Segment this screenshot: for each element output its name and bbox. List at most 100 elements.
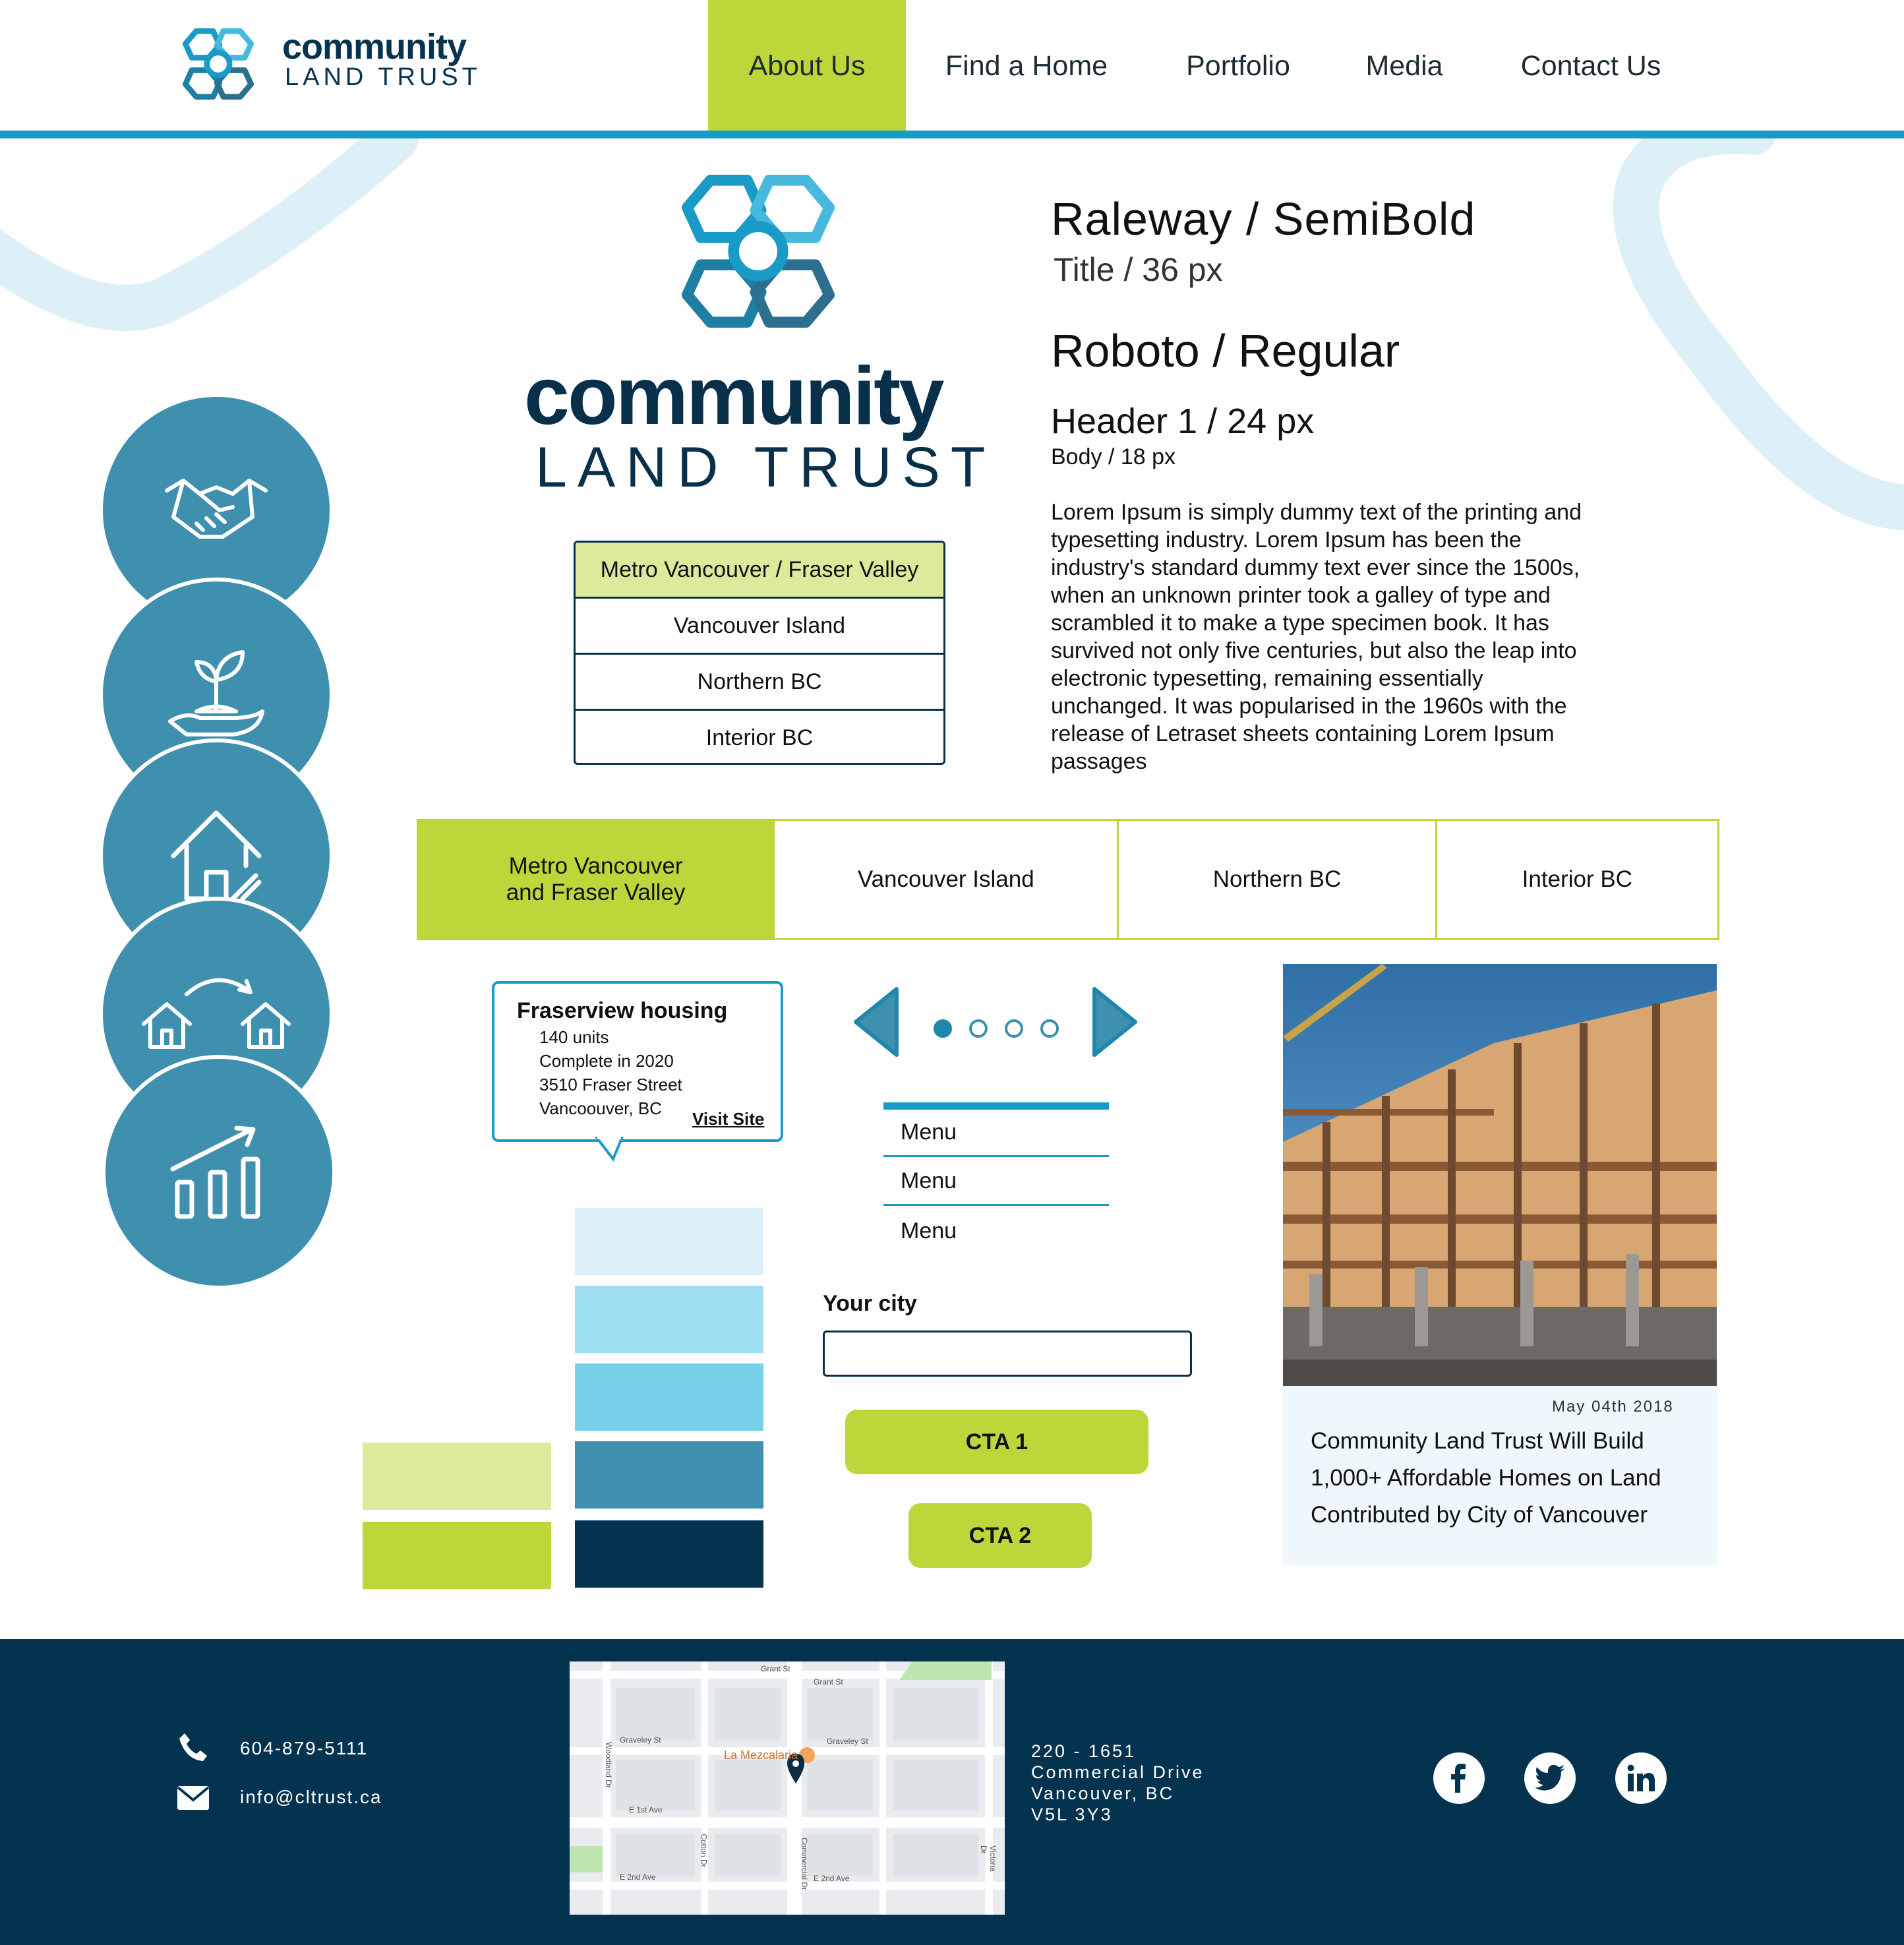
map-street-label: Grant St bbox=[761, 1664, 790, 1673]
color-swatch bbox=[575, 1520, 763, 1588]
dropdown-option[interactable]: Vancouver Island bbox=[576, 599, 943, 655]
house-transfer-icon bbox=[142, 978, 291, 1049]
tab-interior-bc[interactable]: Interior BC bbox=[1435, 821, 1717, 938]
facebook-button[interactable] bbox=[1433, 1752, 1485, 1804]
twitter-icon bbox=[1535, 1765, 1564, 1791]
email-icon bbox=[177, 1786, 210, 1810]
body-size-spec: Body / 18 px bbox=[1051, 444, 1176, 469]
carousel-next-icon[interactable] bbox=[1088, 985, 1141, 1059]
nav-contact-us[interactable]: Contact Us bbox=[1497, 0, 1685, 132]
address-line: Vancouver, BC bbox=[1031, 1783, 1175, 1803]
tooltip-line: 3510 Fraser Street bbox=[539, 1075, 682, 1094]
cta1-label: CTA 1 bbox=[965, 1429, 1028, 1454]
tab-northern-bc[interactable]: Northern BC bbox=[1117, 821, 1435, 938]
carousel-dot[interactable] bbox=[1005, 1019, 1023, 1038]
tab-label: Metro Vancouver and Fraser Valley bbox=[506, 853, 686, 905]
map-street-label: Grant St bbox=[814, 1677, 843, 1687]
carousel-dot[interactable] bbox=[1040, 1019, 1059, 1038]
title-font-spec: Raleway / SemiBold bbox=[1051, 193, 1476, 245]
nav-label: Media bbox=[1365, 49, 1443, 82]
linkedin-button[interactable] bbox=[1615, 1752, 1667, 1804]
nav-portfolio[interactable]: Portfolio bbox=[1160, 0, 1316, 132]
phone-icon bbox=[179, 1733, 207, 1761]
city-input[interactable] bbox=[823, 1331, 1192, 1377]
address-line: V5L 3Y3 bbox=[1031, 1805, 1113, 1824]
tab-metro-vancouver[interactable]: Metro Vancouver and Fraser Valley bbox=[419, 821, 773, 938]
big-logo-mark-icon bbox=[682, 175, 835, 328]
carousel-prev-icon[interactable] bbox=[850, 985, 903, 1059]
tooltip-line: Vancoouver, BC bbox=[539, 1098, 662, 1118]
sample-paragraph: Lorem Ipsum is simply dummy text of the … bbox=[1051, 500, 1582, 774]
location-map[interactable]: Grant St Grant St Graveley St Graveley S… bbox=[570, 1661, 1005, 1915]
nav-label: Portfolio bbox=[1186, 49, 1290, 82]
nav-label: Contact Us bbox=[1520, 49, 1661, 82]
tab-label: Northern BC bbox=[1212, 866, 1342, 892]
map-street-label: Graveley St bbox=[827, 1737, 868, 1746]
footer-address: 220 - 1651 Commercial Drive Vancouver, B… bbox=[1031, 1741, 1205, 1825]
tooltip-title: Fraserview housing bbox=[517, 998, 728, 1023]
cta2-button[interactable]: CTA 2 bbox=[908, 1503, 1092, 1568]
menu-item[interactable]: Menu bbox=[883, 1207, 1109, 1255]
nav-find-a-home[interactable]: Find a Home bbox=[923, 0, 1130, 132]
dropdown-option[interactable]: Northern BC bbox=[576, 655, 943, 711]
map-poi-label: La Mezcalaria bbox=[724, 1749, 798, 1762]
brand-subname: LAND TRUST bbox=[285, 63, 481, 91]
tooltip-line: Complete in 2020 bbox=[539, 1051, 674, 1071]
news-date: May 04th 2018 bbox=[1552, 1398, 1674, 1416]
address-line: Commercial Drive bbox=[1031, 1762, 1205, 1782]
menu-item-label: Menu bbox=[901, 1120, 957, 1145]
tooltip-line: 140 units bbox=[539, 1027, 609, 1047]
news-title[interactable]: Community Land Trust Will Build 1,000+ A… bbox=[1311, 1423, 1693, 1534]
map-street-label: E 1st Ave bbox=[629, 1805, 663, 1814]
icon-circle[interactable] bbox=[102, 1055, 336, 1290]
big-logo-subname: LAND TRUST bbox=[535, 436, 996, 499]
big-logo-name: community bbox=[524, 351, 944, 442]
map-street-label: E 2nd Ave bbox=[620, 1872, 656, 1882]
brand-name: community bbox=[282, 27, 467, 67]
footer-phone[interactable]: 604-879-5111 bbox=[240, 1738, 368, 1759]
dropdown-option[interactable]: Interior BC bbox=[576, 711, 943, 763]
carousel-dot[interactable] bbox=[934, 1019, 952, 1038]
logo-mark-icon[interactable] bbox=[173, 20, 264, 108]
top-navigation: community LAND TRUST About Us Find a Hom… bbox=[0, 0, 1904, 132]
twitter-button[interactable] bbox=[1524, 1752, 1576, 1804]
growth-chart-icon bbox=[170, 1125, 260, 1219]
linkedin-icon bbox=[1627, 1764, 1655, 1791]
dropdown-option[interactable]: Metro Vancouver / Fraser Valley bbox=[576, 543, 943, 599]
menu-item[interactable]: Menu bbox=[883, 1110, 1109, 1157]
menu-item-label: Menu bbox=[901, 1218, 957, 1243]
menu-item[interactable]: Menu bbox=[883, 1158, 1109, 1206]
construction-photo bbox=[1283, 964, 1717, 1386]
color-swatch bbox=[575, 1208, 763, 1275]
facebook-icon bbox=[1451, 1764, 1466, 1793]
map-street-label: Graveley St bbox=[620, 1735, 661, 1745]
handshake-icon bbox=[165, 479, 268, 539]
nav-about-us[interactable]: About Us bbox=[708, 0, 906, 132]
region-tabs: Metro Vancouver and Fraser Valley Vancou… bbox=[417, 819, 1719, 940]
tab-label: Vancouver Island bbox=[857, 866, 1034, 892]
menu-item-label: Menu bbox=[901, 1168, 957, 1193]
footer-email[interactable]: info@cltrust.ca bbox=[240, 1787, 382, 1808]
tab-vancouver-island[interactable]: Vancouver Island bbox=[773, 821, 1117, 938]
property-tooltip: Fraserview housing 140 units Complete in… bbox=[492, 981, 783, 1142]
color-swatch bbox=[575, 1363, 763, 1431]
cta2-label: CTA 2 bbox=[968, 1522, 1032, 1548]
region-dropdown-list: Metro Vancouver / Fraser Valley Vancouve… bbox=[574, 541, 945, 765]
color-swatch bbox=[363, 1443, 551, 1510]
tab-label: Interior BC bbox=[1522, 866, 1632, 892]
house-icon bbox=[171, 810, 262, 901]
carousel-dot[interactable] bbox=[969, 1019, 988, 1038]
menu-top-bar bbox=[883, 1102, 1109, 1110]
header-divider bbox=[0, 131, 1904, 138]
map-street-label: Woodland Dr bbox=[603, 1742, 613, 1788]
nav-label: About Us bbox=[748, 49, 866, 82]
color-swatch bbox=[575, 1286, 763, 1353]
header-size-spec: Header 1 / 24 px bbox=[1051, 402, 1315, 441]
cta1-button[interactable]: CTA 1 bbox=[845, 1410, 1148, 1474]
address-line: 220 - 1651 bbox=[1031, 1741, 1137, 1761]
nav-media[interactable]: Media bbox=[1345, 0, 1464, 132]
visit-site-link[interactable]: Visit Site bbox=[692, 1109, 764, 1129]
map-street-label: E 2nd Ave bbox=[814, 1874, 850, 1883]
title-size-spec: Title / 36 px bbox=[1054, 251, 1223, 288]
map-street-label: Victoria Dr bbox=[979, 1845, 997, 1872]
